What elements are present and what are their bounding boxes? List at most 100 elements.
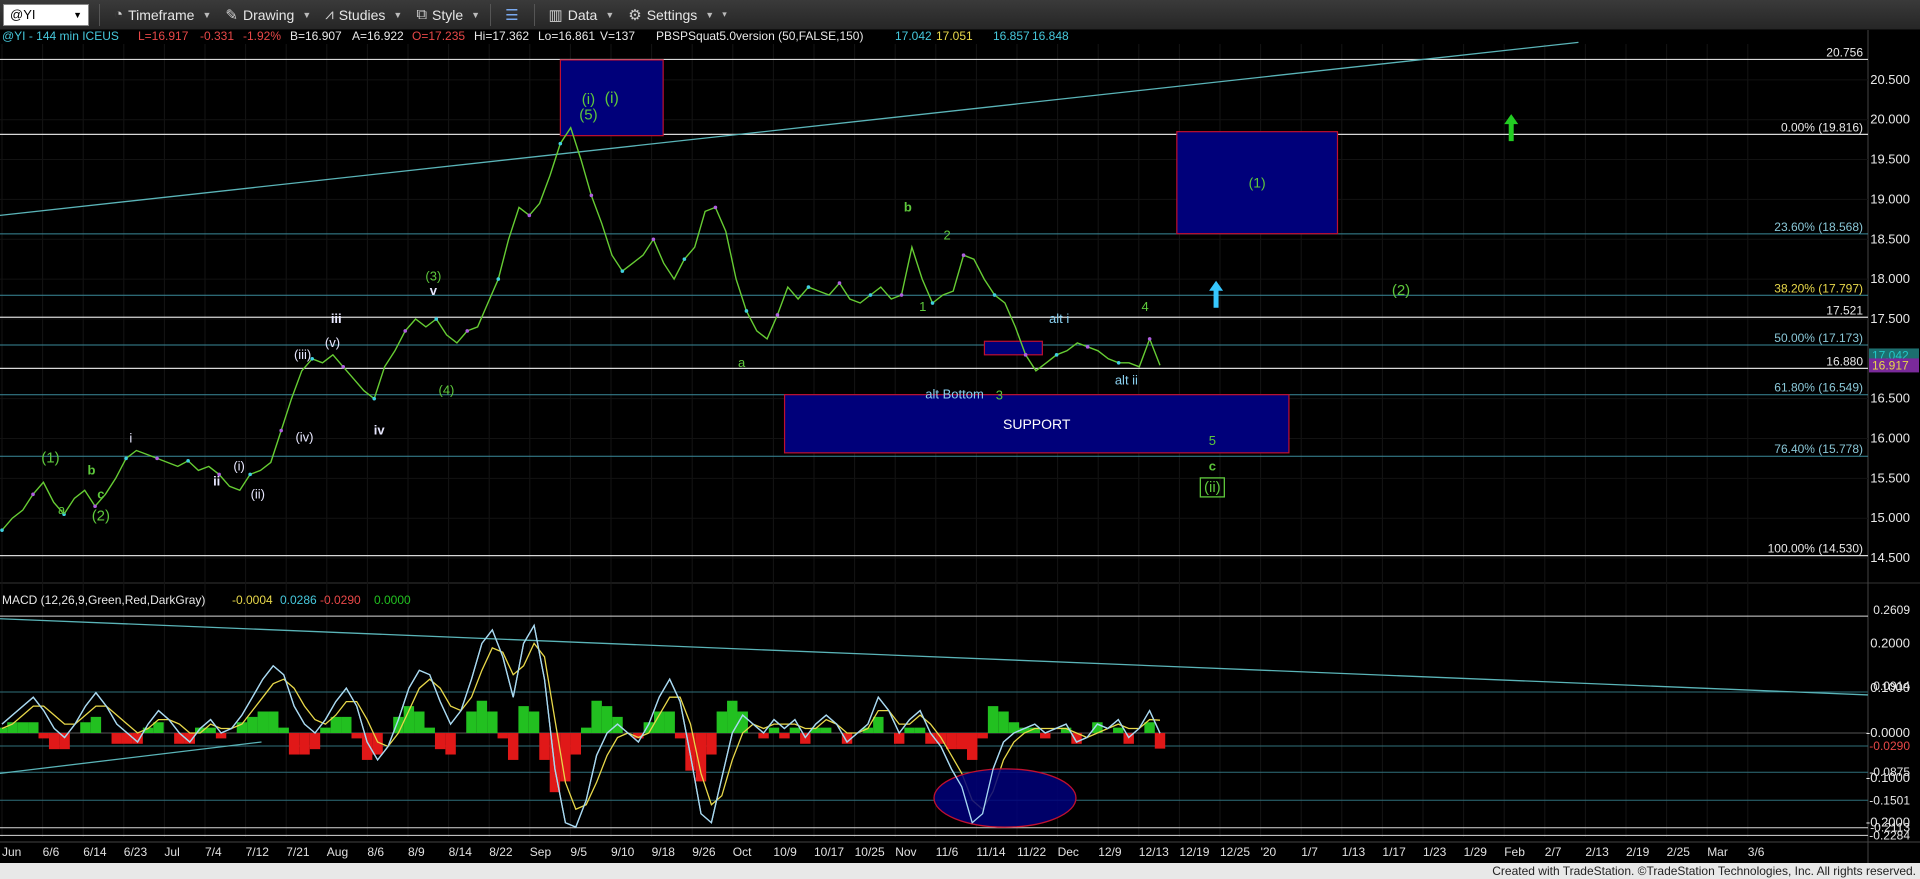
x-tick-label: 8/9 bbox=[408, 845, 425, 859]
layout-button[interactable]: ☰ bbox=[505, 6, 523, 24]
x-tick-label: 1/7 bbox=[1301, 845, 1318, 859]
macd-histogram-bar bbox=[299, 733, 310, 755]
price-marker bbox=[930, 301, 935, 305]
data-button[interactable]: ▥ Data ▼ bbox=[549, 6, 615, 24]
x-tick-label: 11/14 bbox=[976, 845, 1005, 859]
macd-histogram-bar bbox=[247, 716, 258, 734]
x-tick-label: 1/29 bbox=[1464, 845, 1488, 859]
wave-label: v bbox=[430, 283, 438, 298]
symbol-value: @YI bbox=[10, 7, 36, 22]
studies-button[interactable]: ⩘ Studies ▼ bbox=[325, 6, 402, 23]
macd-histogram-bar bbox=[153, 722, 164, 734]
fib-level-label: 20.756 bbox=[1826, 45, 1863, 59]
macd-level-label: 0.2609 bbox=[1873, 603, 1910, 617]
price-marker bbox=[651, 237, 656, 242]
wave-label: (ii) bbox=[1204, 479, 1221, 496]
symbol-info: @YI - 144 min ICEUS bbox=[2, 30, 119, 43]
wave-label: ii bbox=[213, 474, 220, 489]
x-tick-label: 2/19 bbox=[1626, 845, 1650, 859]
wave-label: iv bbox=[374, 423, 386, 438]
style-icon: ⧉ bbox=[416, 6, 428, 23]
price-marker bbox=[899, 293, 904, 297]
price-marker bbox=[837, 281, 842, 285]
gear-icon: ⚙ bbox=[628, 6, 642, 24]
macd-histogram-bar bbox=[768, 727, 780, 734]
settings-label: Settings bbox=[646, 6, 698, 23]
price-marker bbox=[1054, 353, 1059, 357]
x-tick-label: Nov bbox=[895, 845, 916, 859]
price-marker bbox=[124, 456, 128, 461]
macd-histogram-bar bbox=[487, 711, 498, 734]
price-marker bbox=[496, 277, 501, 281]
drawing-button[interactable]: ✎ Drawing ▼ bbox=[225, 6, 311, 24]
macd-histogram-bar bbox=[174, 733, 185, 744]
y-tick-label: 0.2000 bbox=[1870, 635, 1910, 650]
price-marker bbox=[248, 472, 252, 477]
macd-histogram-bar bbox=[1154, 733, 1166, 749]
wave-label: 2 bbox=[943, 227, 950, 242]
macd-level-label: -0.0290 bbox=[1869, 739, 1910, 753]
study-value-1: 17.042 bbox=[895, 30, 932, 43]
wave-label: alt i bbox=[1049, 311, 1069, 326]
macd-value-2: 0.0286 bbox=[280, 593, 317, 607]
chevron-down-icon: ▼ bbox=[202, 9, 212, 20]
x-tick-label: 2/13 bbox=[1585, 845, 1609, 859]
volume: V=137 bbox=[600, 30, 635, 43]
macd-histogram-bar bbox=[497, 733, 508, 739]
fib-level-label: 76.40% (15.778) bbox=[1774, 442, 1863, 456]
wave-label: c bbox=[97, 486, 104, 501]
x-tick-label: 2/25 bbox=[1667, 845, 1691, 859]
macd-histogram-bar bbox=[351, 733, 362, 739]
symbol-input[interactable]: @YI ▼ bbox=[3, 3, 89, 26]
macd-histogram-bar bbox=[987, 706, 999, 734]
chevron-down-icon: ▼ bbox=[471, 9, 481, 20]
x-tick-label: 1/13 bbox=[1342, 845, 1366, 859]
y-tick-label: 17.500 bbox=[1870, 311, 1910, 326]
x-tick-label: Dec bbox=[1058, 845, 1079, 859]
x-tick-label: Jul bbox=[164, 845, 179, 859]
price-marker bbox=[806, 285, 811, 289]
wave-label: (5) bbox=[579, 107, 597, 124]
last-price: L=16.917 bbox=[138, 30, 189, 43]
x-tick-label: 10/17 bbox=[814, 845, 844, 859]
macd-histogram-bar bbox=[601, 706, 613, 734]
wave-label: (ii) bbox=[251, 486, 265, 501]
price-marker bbox=[682, 257, 687, 261]
macd-histogram-bar bbox=[727, 700, 738, 734]
wave-label: i bbox=[129, 430, 132, 445]
study-value-2: 17.051 bbox=[936, 30, 973, 43]
bid-price: B=16.907 bbox=[290, 30, 342, 43]
price-marker bbox=[341, 364, 345, 369]
x-tick-label: Aug bbox=[327, 845, 348, 859]
x-tick-label: Feb bbox=[1504, 845, 1525, 859]
macd-value-1: -0.0004 bbox=[232, 593, 273, 607]
macd-histogram-bar bbox=[977, 733, 988, 739]
fib-level-label: 50.00% (17.173) bbox=[1774, 331, 1863, 345]
chevron-down-icon: ▼ bbox=[393, 9, 403, 20]
chevron-down-icon: ▼ bbox=[302, 9, 312, 20]
x-tick-label: 7/12 bbox=[246, 845, 270, 859]
timeframe-label: Timeframe bbox=[128, 6, 195, 23]
macd-histogram-bar bbox=[528, 711, 540, 734]
wave-label: a bbox=[58, 502, 66, 517]
macd-histogram-bar bbox=[716, 711, 728, 734]
x-tick-label: Mar bbox=[1707, 845, 1728, 859]
x-tick-label: 12/13 bbox=[1139, 845, 1169, 859]
settings-button[interactable]: ⚙ Settings ▼ ▾ bbox=[628, 6, 727, 24]
macd-histogram-bar bbox=[268, 711, 279, 734]
timeframe-button[interactable]: ◔ Timeframe ▼ bbox=[114, 6, 211, 23]
x-tick-label: 8/22 bbox=[489, 845, 513, 859]
x-tick-label: 6/6 bbox=[43, 845, 60, 859]
macd-histogram-bar bbox=[476, 700, 488, 734]
wave-label: (v) bbox=[325, 335, 340, 350]
price-marker bbox=[186, 459, 190, 463]
wave-label: (3) bbox=[425, 269, 441, 284]
chart-canvas[interactable]: 20.756 0.00% (19.816) 23.60% (18.568) 38.20… bbox=[0, 30, 1920, 879]
wave-label: alt Bottom bbox=[925, 387, 984, 402]
macd-histogram-bar bbox=[539, 733, 550, 760]
macd-histogram-bar bbox=[946, 733, 957, 750]
x-tick-label: 9/26 bbox=[692, 845, 716, 859]
style-button[interactable]: ⧉ Style ▼ bbox=[416, 6, 480, 23]
macd-histogram-bar bbox=[320, 727, 331, 734]
macd-histogram-bar bbox=[288, 733, 300, 755]
